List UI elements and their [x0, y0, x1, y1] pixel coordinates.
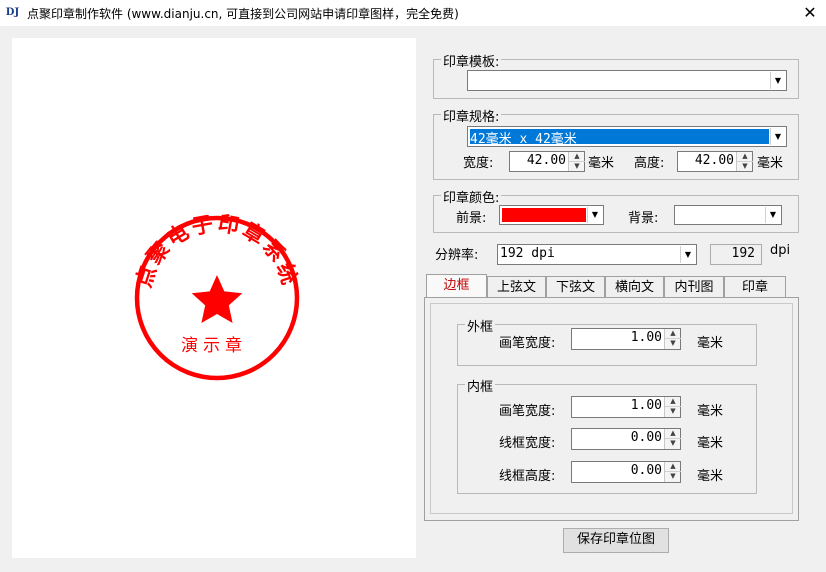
chevron-down-icon: ▼ [680, 246, 695, 263]
spin-down-icon[interactable]: ▼ [665, 407, 681, 417]
background-color-swatch [677, 208, 764, 222]
seal-bottom-text: 演示章 [181, 336, 247, 356]
height-label: 高度: [634, 156, 665, 171]
inner-pen-width-unit: 毫米 [697, 404, 724, 419]
line-height-spin-buttons[interactable]: ▲ ▼ [664, 462, 681, 482]
spin-up-icon[interactable]: ▲ [665, 429, 681, 439]
resolution-select-value: 192 dpi [500, 246, 555, 261]
width-label: 宽度: [463, 156, 494, 171]
outer-pen-width-stepper[interactable]: 1.00 ▲ ▼ [571, 328, 681, 350]
outer-pen-width-unit: 毫米 [697, 336, 724, 351]
line-height-value: 0.00 [630, 463, 662, 478]
template-select[interactable]: ▼ [467, 70, 787, 91]
background-label: 背景: [628, 211, 659, 226]
size-group-label: 印章规格: [441, 106, 502, 125]
outer-pen-width-label: 画笔宽度: [499, 336, 556, 351]
inner-pen-width-value: 1.00 [630, 398, 662, 413]
spin-up-icon[interactable]: ▲ [737, 152, 753, 162]
inner-pen-width-label: 画笔宽度: [499, 404, 556, 419]
tab-inner-image[interactable]: 内刊图 [664, 276, 724, 298]
close-button[interactable]: ✕ [798, 2, 822, 24]
size-select[interactable]: 42毫米 x 42毫米 ▼ [467, 126, 787, 147]
tab-horizontal-text[interactable]: 横向文 [605, 276, 664, 298]
foreground-color-swatch [502, 208, 586, 222]
spin-down-icon[interactable]: ▼ [569, 162, 585, 172]
line-width-spin-buttons[interactable]: ▲ ▼ [664, 429, 681, 449]
title-bar: DJ 点聚印章制作软件 (www.dianju.cn, 可直接到公司网站申请印章… [0, 0, 826, 26]
tab-top-arc-text[interactable]: 上弦文 [487, 276, 546, 298]
app-logo-icon: DJ [5, 7, 20, 18]
outer-pen-width-spin-buttons[interactable]: ▲ ▼ [664, 329, 681, 349]
spin-up-icon[interactable]: ▲ [665, 329, 681, 339]
outer-pen-width-value: 1.00 [630, 330, 662, 345]
line-width-stepper[interactable]: 0.00 ▲ ▼ [571, 428, 681, 450]
size-select-value: 42毫米 x 42毫米 [470, 132, 577, 147]
template-group-label: 印章模板: [441, 51, 502, 70]
line-height-label: 线框高度: [499, 469, 556, 484]
spin-down-icon[interactable]: ▼ [665, 439, 681, 449]
spin-up-icon[interactable]: ▲ [665, 397, 681, 407]
spin-up-icon[interactable]: ▲ [569, 152, 585, 162]
save-seal-bitmap-button[interactable]: 保存印章位图 [563, 528, 669, 553]
width-stepper[interactable]: 42.00 ▲ ▼ [509, 151, 585, 172]
background-color-select[interactable]: ▼ [674, 205, 782, 225]
inner-pen-width-stepper[interactable]: 1.00 ▲ ▼ [571, 396, 681, 418]
spin-down-icon[interactable]: ▼ [737, 162, 753, 172]
tab-seal[interactable]: 印章 [724, 276, 786, 298]
width-value: 42.00 [526, 153, 566, 168]
seal-star-icon [191, 275, 243, 323]
height-stepper[interactable]: 42.00 ▲ ▼ [677, 151, 753, 172]
height-spin-buttons[interactable]: ▲ ▼ [736, 152, 753, 172]
spin-up-icon[interactable]: ▲ [665, 462, 681, 472]
height-unit: 毫米 [757, 156, 784, 171]
height-value: 42.00 [694, 153, 734, 168]
line-width-value: 0.00 [630, 430, 662, 445]
line-width-unit: 毫米 [697, 436, 724, 451]
resolution-unit: dpi [770, 243, 791, 258]
chevron-down-icon: ▼ [770, 72, 785, 89]
chevron-down-icon: ▼ [765, 207, 780, 223]
width-unit: 毫米 [588, 156, 615, 171]
line-width-label: 线框宽度: [499, 436, 556, 451]
line-height-stepper[interactable]: 0.00 ▲ ▼ [571, 461, 681, 483]
chevron-down-icon: ▼ [770, 128, 785, 145]
spin-down-icon[interactable]: ▼ [665, 339, 681, 349]
window-title: 点聚印章制作软件 (www.dianju.cn, 可直接到公司网站申请印章图样，… [27, 7, 459, 21]
outer-frame-title: 外框 [465, 316, 496, 335]
spin-down-icon[interactable]: ▼ [665, 472, 681, 482]
resolution-select[interactable]: 192 dpi ▼ [497, 244, 697, 265]
seal-graphic: 点聚电子印章系统 演示章 [131, 210, 300, 381]
inner-frame-title: 内框 [465, 376, 496, 395]
seal-preview-canvas: 点聚电子印章系统 演示章 [12, 38, 416, 558]
foreground-label: 前景: [456, 211, 487, 226]
color-group-label: 印章颜色: [441, 187, 502, 206]
width-spin-buttons[interactable]: ▲ ▼ [568, 152, 585, 172]
tab-border[interactable]: 边框 [426, 274, 487, 298]
chevron-down-icon: ▼ [587, 207, 602, 223]
resolution-readout: 192 [710, 244, 762, 265]
inner-pen-width-spin-buttons[interactable]: ▲ ▼ [664, 397, 681, 417]
tab-bottom-arc-text[interactable]: 下弦文 [546, 276, 605, 298]
foreground-color-select[interactable]: ▼ [499, 205, 604, 225]
resolution-label: 分辨率: [435, 248, 479, 263]
line-height-unit: 毫米 [697, 469, 724, 484]
